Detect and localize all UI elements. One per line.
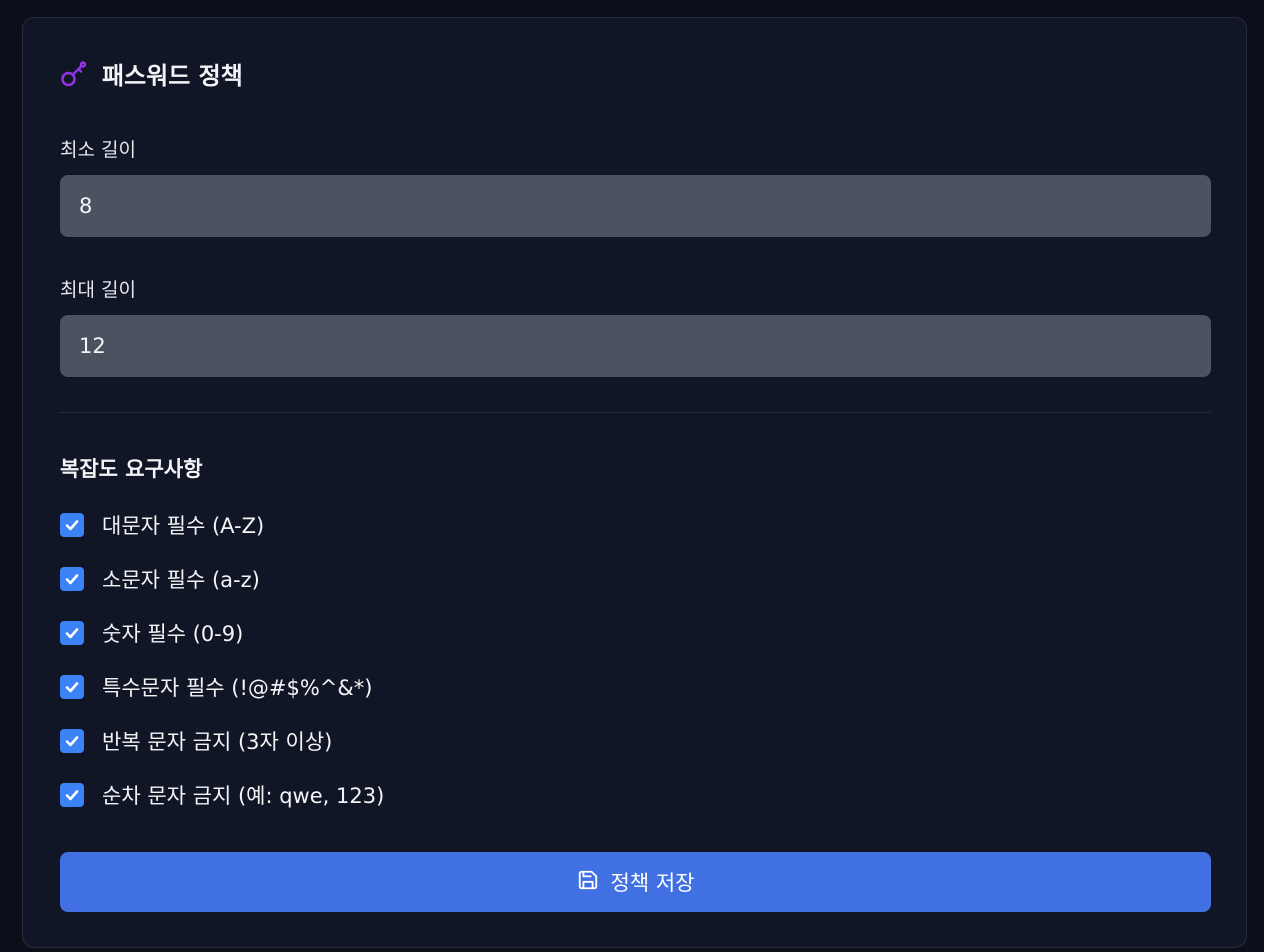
checkbox-label-special: 특수문자 필수 (!@#$%^&*) xyxy=(102,676,373,700)
checkbox-row-lowercase[interactable]: 소문자 필수 (a-z) xyxy=(60,563,260,595)
checkbox-row-no-repeat[interactable]: 반복 문자 금지 (3자 이상) xyxy=(60,725,332,757)
checkmark-icon xyxy=(65,682,79,693)
checkbox-row-number[interactable]: 숫자 필수 (0-9) xyxy=(60,617,243,649)
checkbox-row-special[interactable]: 특수문자 필수 (!@#$%^&*) xyxy=(60,671,372,703)
max-length-input[interactable] xyxy=(60,315,1211,377)
checkmark-icon xyxy=(65,736,79,747)
checkbox-label-number: 숫자 필수 (0-9) xyxy=(102,622,244,646)
checkbox-label-uppercase: 대문자 필수 (A-Z) xyxy=(102,514,265,538)
checkmark-icon xyxy=(65,790,79,801)
checkmark-icon xyxy=(65,628,79,639)
card-header: 패스워드 정책 xyxy=(60,56,243,91)
save-button-label: 정책 저장 xyxy=(610,871,695,895)
max-length-label: 최대 길이 xyxy=(60,279,136,301)
checkbox-label-no-sequence: 순차 문자 금지 (예: qwe, 123) xyxy=(102,784,385,808)
checkbox-row-uppercase[interactable]: 대문자 필수 (A-Z) xyxy=(60,509,264,541)
checkbox-row-no-sequence[interactable]: 순차 문자 금지 (예: qwe, 123) xyxy=(60,779,384,811)
section-divider xyxy=(60,412,1211,413)
checkbox-no-repeat[interactable] xyxy=(60,729,84,753)
checkbox-special[interactable] xyxy=(60,675,84,699)
checkbox-uppercase[interactable] xyxy=(60,513,84,537)
checkbox-number[interactable] xyxy=(60,621,84,645)
checkbox-lowercase[interactable] xyxy=(60,567,84,591)
min-length-input[interactable] xyxy=(60,175,1211,237)
checkbox-label-lowercase: 소문자 필수 (a-z) xyxy=(102,568,260,592)
key-icon xyxy=(60,60,88,88)
page-title: 패스워드 정책 xyxy=(102,62,243,90)
password-policy-card: 패스워드 정책 최소 길이 최대 길이 복잡도 요구사항 대문자 필수 (A-Z… xyxy=(22,17,1247,948)
save-policy-button[interactable]: 정책 저장 xyxy=(60,852,1211,912)
complexity-title: 복잡도 요구사항 xyxy=(60,457,203,481)
save-icon xyxy=(577,869,599,896)
checkbox-label-no-repeat: 반복 문자 금지 (3자 이상) xyxy=(102,730,333,754)
min-length-label: 최소 길이 xyxy=(60,139,136,161)
checkmark-icon xyxy=(65,574,79,585)
checkbox-no-sequence[interactable] xyxy=(60,783,84,807)
checkmark-icon xyxy=(65,520,79,531)
